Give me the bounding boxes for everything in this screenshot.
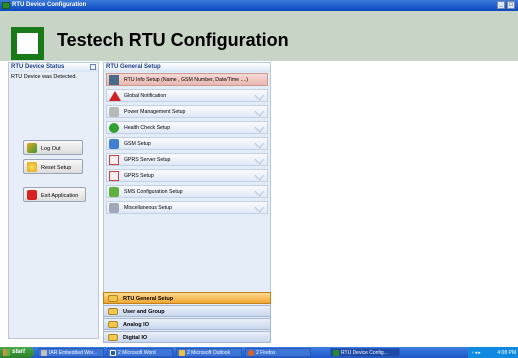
window-title: RTU Device Configuration bbox=[12, 2, 87, 8]
check-icon bbox=[109, 123, 119, 133]
menu-power-management[interactable]: Power Management Setup bbox=[106, 105, 268, 118]
minimize-button[interactable]: _ bbox=[497, 1, 505, 9]
iar-icon bbox=[41, 350, 47, 356]
rtu-device-icon bbox=[109, 75, 119, 85]
nav-analog-io[interactable]: Analog IO bbox=[103, 318, 271, 330]
folder-icon bbox=[108, 321, 118, 328]
maximize-button[interactable]: □ bbox=[507, 1, 515, 9]
exit-application-button[interactable]: Exit Application bbox=[23, 187, 86, 202]
app-header: Testech RTU Configuration bbox=[0, 11, 518, 61]
gsm-icon bbox=[109, 139, 119, 149]
device-status-panel: RTU Device Status RTU Device was Detecte… bbox=[8, 62, 99, 339]
task-microsoft-outlook[interactable]: 2 Microsoft Outlook bbox=[176, 348, 242, 357]
menu-rtu-info-setup[interactable]: RTU Info Setup (Name , GSM Number, Date/… bbox=[106, 73, 268, 86]
clock: 4:08 PM bbox=[497, 350, 516, 356]
firefox-icon bbox=[248, 350, 254, 356]
rtu-app-icon bbox=[333, 350, 339, 356]
log-out-button[interactable]: Log Out bbox=[23, 140, 83, 155]
green-square-logo bbox=[11, 27, 44, 60]
menu-global-notification[interactable]: Global Notification bbox=[106, 89, 268, 102]
warning-icon bbox=[109, 91, 121, 101]
word-icon bbox=[110, 350, 116, 356]
folder-icon bbox=[108, 334, 118, 341]
tools-icon bbox=[109, 203, 119, 213]
system-tray: ‹◂▸ 4:08 PM bbox=[468, 347, 518, 358]
logout-arrow-icon bbox=[27, 143, 37, 153]
task-microsoft-word[interactable]: 2 Microsoft Word bbox=[107, 348, 173, 357]
nav-digital-io[interactable]: Digital IO bbox=[103, 331, 271, 343]
reset-arrow-icon bbox=[27, 162, 37, 172]
device-status-text: RTU Device was Detected. bbox=[11, 74, 77, 80]
folder-icon bbox=[108, 308, 118, 315]
menu-miscellaneous[interactable]: Miscellaneous Setup bbox=[106, 201, 268, 214]
menu-gsm-setup[interactable]: GSM Setup bbox=[106, 137, 268, 150]
device-status-header: RTU Device Status bbox=[9, 63, 98, 72]
antenna-icon bbox=[109, 171, 119, 181]
taskbar: start IAR Embedded Wor... 2 Microsoft Wo… bbox=[0, 347, 518, 358]
folder-icon bbox=[108, 295, 118, 302]
device-status-title: RTU Device Status bbox=[11, 64, 65, 70]
general-setup-header: RTU General Setup bbox=[104, 63, 270, 72]
collapse-icon[interactable] bbox=[90, 64, 96, 70]
menu-health-check[interactable]: Health Check Setup bbox=[106, 121, 268, 134]
outlook-icon bbox=[179, 350, 185, 356]
window-titlebar: RTU Device Configuration _ □ bbox=[0, 0, 518, 11]
task-iar-embedded[interactable]: IAR Embedded Wor... bbox=[38, 348, 104, 357]
reset-setup-button[interactable]: Reset Setup bbox=[23, 159, 83, 174]
menu-sms-configuration[interactable]: SMS Configuration Setup bbox=[106, 185, 268, 198]
windows-flag-icon bbox=[3, 349, 10, 356]
page-title: Testech RTU Configuration bbox=[57, 30, 289, 50]
menu-gprs-setup[interactable]: GPRS Setup bbox=[106, 169, 268, 182]
nav-rtu-general-setup[interactable]: RTU General Setup bbox=[103, 292, 271, 304]
general-setup-title: RTU General Setup bbox=[106, 64, 161, 70]
power-plug-icon bbox=[109, 107, 119, 117]
power-icon bbox=[27, 190, 37, 200]
nav-user-and-group[interactable]: User and Group bbox=[103, 305, 271, 317]
start-button[interactable]: start bbox=[0, 347, 34, 358]
menu-gprs-server-setup[interactable]: GPRS Server Setup bbox=[106, 153, 268, 166]
task-rtu-device-config[interactable]: RTU Device Config... bbox=[330, 348, 400, 357]
antenna-icon bbox=[109, 155, 119, 165]
task-firefox[interactable]: 2 Firefox bbox=[245, 348, 311, 357]
app-icon bbox=[2, 2, 10, 9]
sms-icon bbox=[109, 187, 119, 197]
